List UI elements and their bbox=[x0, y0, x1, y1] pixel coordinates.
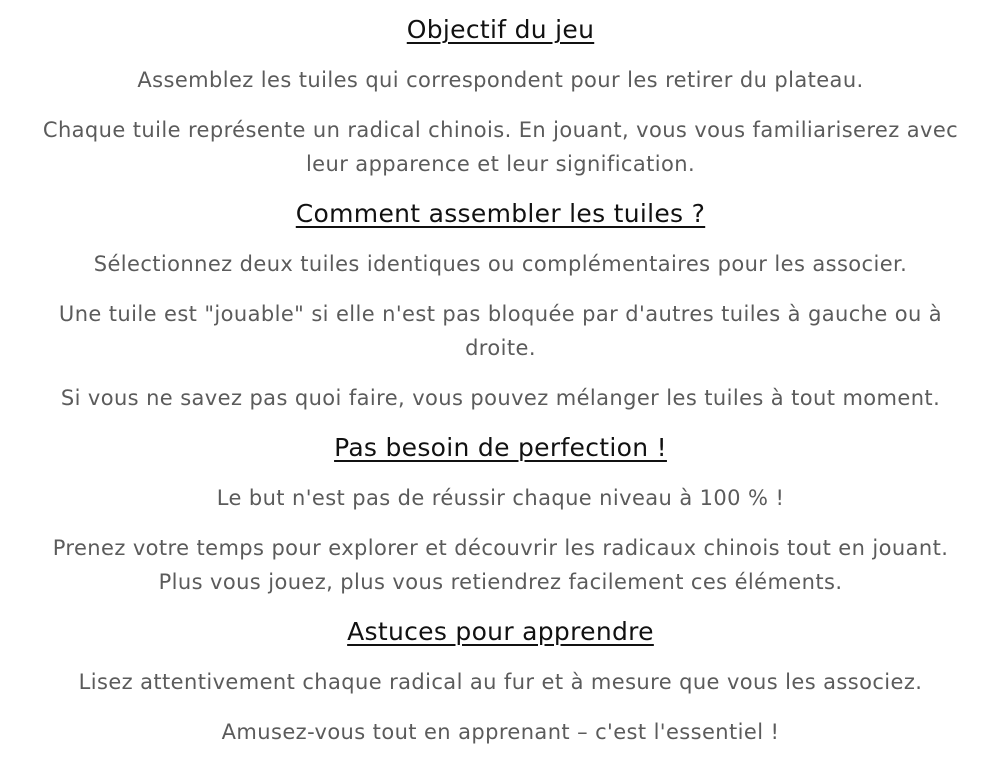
learning-tips-paragraph-1: Lisez attentivement chaque radical au fu… bbox=[78, 670, 923, 694]
objective-paragraph-1: Assemblez les tuiles qui correspondent p… bbox=[137, 68, 864, 92]
section-title-learning-tips: Astuces pour apprendre bbox=[347, 617, 654, 646]
section-title-how-to-match: Comment assembler les tuiles ? bbox=[295, 199, 706, 228]
game-rules-panel: Objectif du jeu Assemblez les tuiles qui… bbox=[0, 0, 1001, 780]
how-to-match-paragraph-2: Une tuile est "jouable" si elle n'est pa… bbox=[58, 302, 943, 360]
how-to-match-paragraph-3: Si vous ne savez pas quoi faire, vous po… bbox=[60, 386, 941, 410]
section-title-no-perfection: Pas besoin de perfection ! bbox=[334, 433, 667, 462]
no-perfection-paragraph-1: Le but n'est pas de réussir chaque nivea… bbox=[216, 486, 785, 510]
no-perfection-paragraph-2: Prenez votre temps pour explorer et déco… bbox=[52, 536, 949, 594]
learning-tips-paragraph-2: Amusez-vous tout en apprenant – c'est l'… bbox=[221, 720, 780, 744]
section-title-objective: Objectif du jeu bbox=[406, 15, 595, 44]
objective-paragraph-2: Chaque tuile représente un radical chino… bbox=[42, 118, 959, 176]
how-to-match-paragraph-1: Sélectionnez deux tuiles identiques ou c… bbox=[93, 252, 908, 276]
